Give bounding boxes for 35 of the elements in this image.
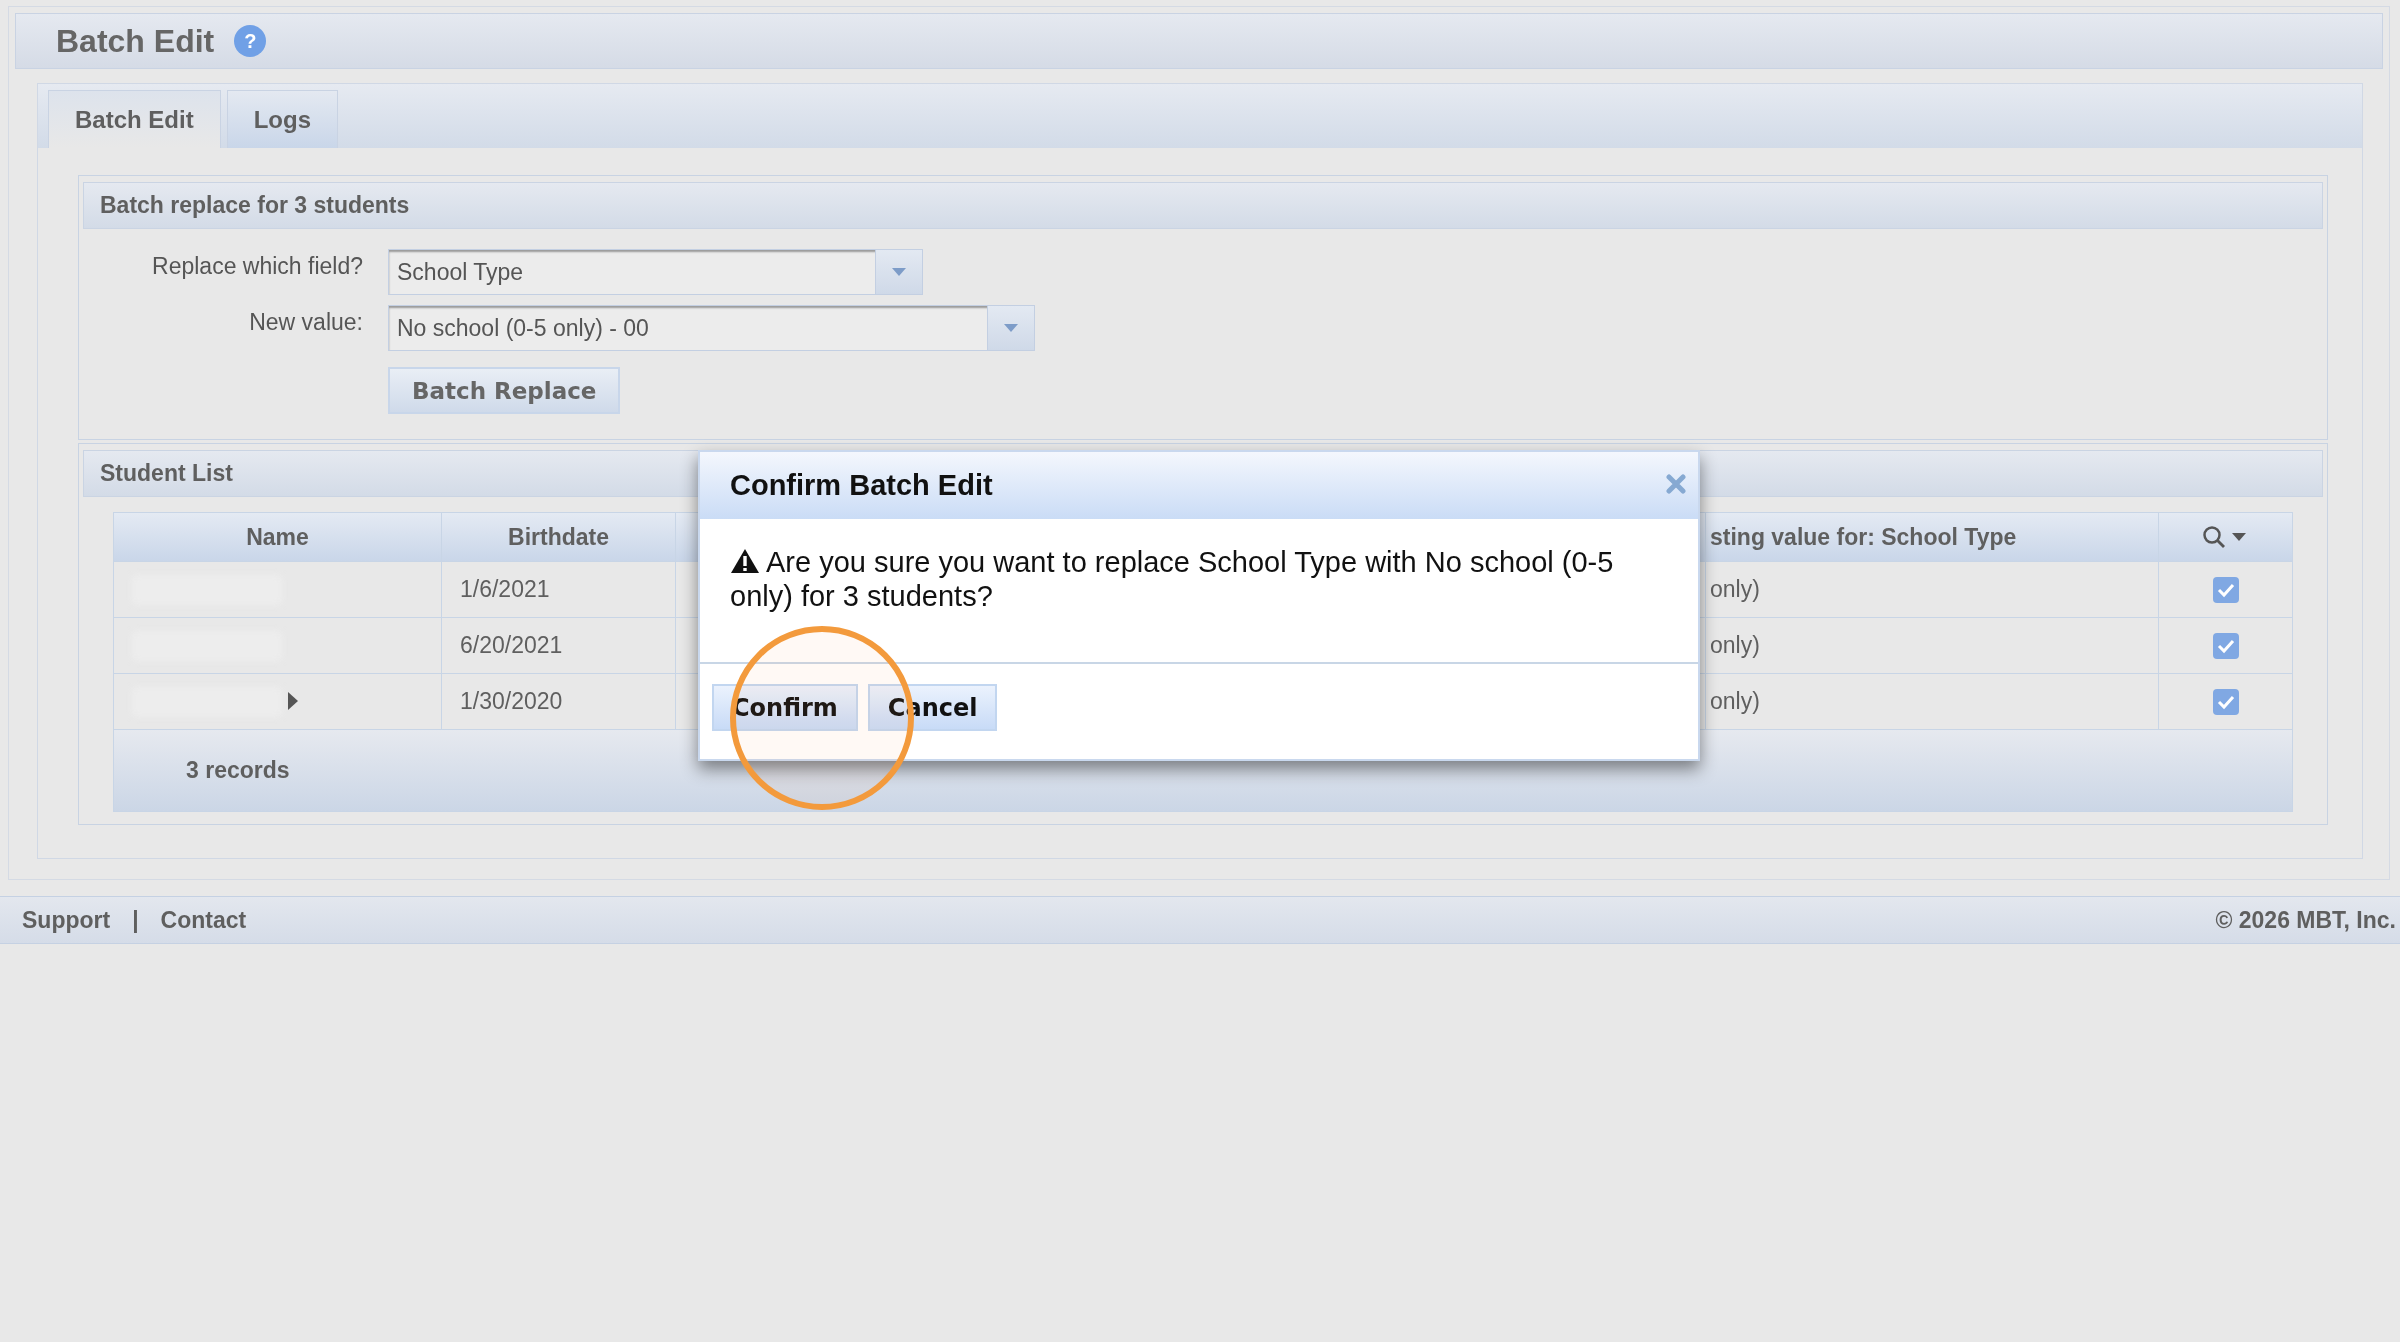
table-cell: 1/6/2021 bbox=[442, 561, 676, 617]
help-icon[interactable]: ? bbox=[234, 25, 267, 57]
confirm-button[interactable]: Confirm bbox=[712, 684, 858, 731]
separator: | bbox=[132, 906, 139, 934]
warning-icon bbox=[730, 548, 760, 574]
dropdown-field[interactable]: School Type bbox=[388, 249, 923, 295]
checkbox[interactable] bbox=[2212, 632, 2239, 659]
column-header[interactable]: Birthdate bbox=[442, 513, 676, 561]
column-header[interactable]: Name bbox=[114, 513, 442, 561]
table-cell: only) bbox=[1706, 561, 2159, 617]
section-header: Batch replace for 3 students bbox=[83, 182, 2323, 229]
column-header[interactable]: sting value for: School Type bbox=[1706, 513, 2159, 561]
checkmark-icon bbox=[2216, 637, 2235, 654]
checkbox[interactable] bbox=[2212, 576, 2239, 603]
caret-icon bbox=[1004, 324, 1018, 332]
checkmark-icon bbox=[2216, 581, 2235, 598]
checkmark-icon bbox=[2216, 693, 2235, 710]
footer-link[interactable]: Contact bbox=[160, 906, 247, 934]
caret-icon bbox=[892, 268, 906, 276]
batch-replace-button[interactable]: Batch Replace bbox=[388, 367, 621, 414]
page-title: Batch Edit bbox=[56, 22, 215, 60]
field-label: Replace which field? bbox=[151, 252, 363, 281]
copyright-text: © 2026 MBT, Inc. bbox=[2215, 906, 2396, 934]
tab[interactable]: Logs bbox=[226, 90, 338, 148]
table-cell: 6/20/2021 bbox=[442, 617, 676, 673]
expand-icon[interactable] bbox=[288, 692, 298, 710]
table-cell: only) bbox=[1706, 617, 2159, 673]
dropdown-field[interactable]: No school (0-5 only) - 00 bbox=[388, 305, 1035, 351]
footer-link[interactable]: Support bbox=[22, 906, 111, 934]
tab[interactable]: Batch Edit bbox=[48, 90, 221, 148]
close-icon[interactable] bbox=[1666, 473, 1686, 494]
checkbox[interactable] bbox=[2212, 688, 2239, 715]
field-label: New value: bbox=[248, 308, 363, 337]
warning-message: Are you sure you want to replace School Type with No school (0-5 only) for 3 students? bbox=[730, 545, 1615, 613]
record-count: 3 records bbox=[186, 757, 290, 784]
